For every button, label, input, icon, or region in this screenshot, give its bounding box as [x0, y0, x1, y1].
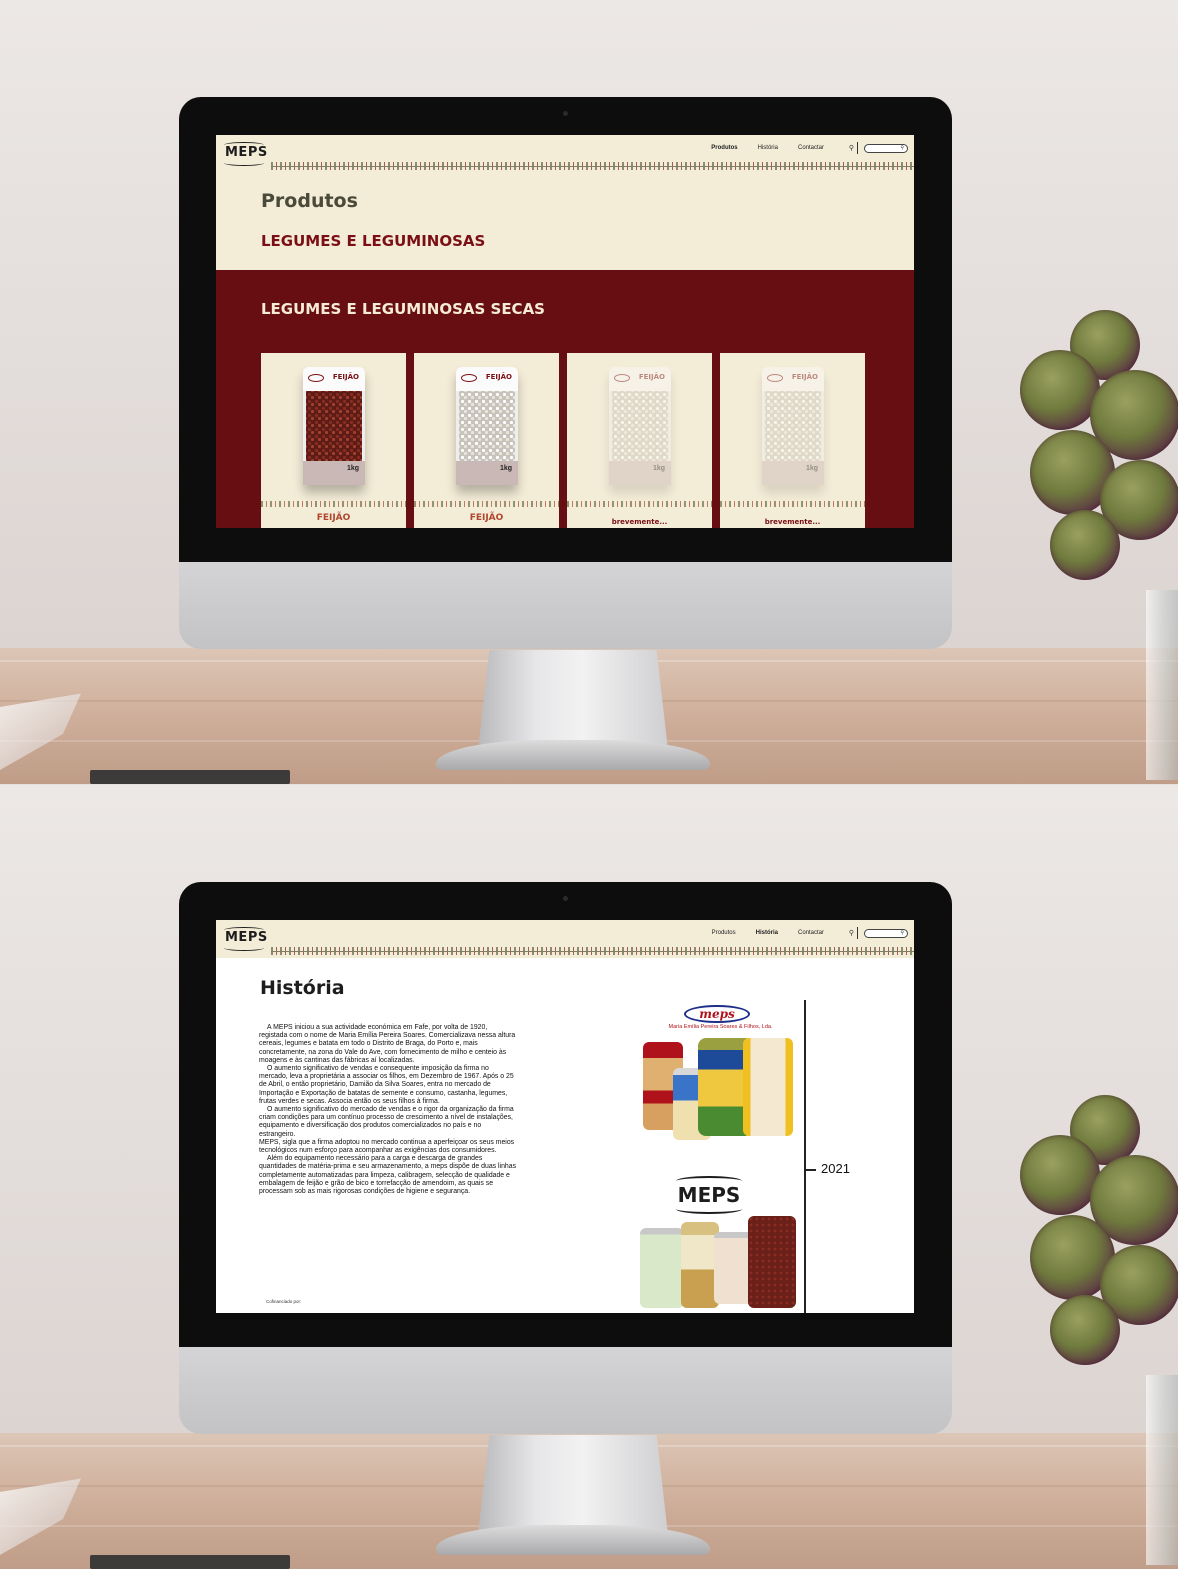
decorative-vine-border [271, 947, 914, 955]
search-icon[interactable]: ⚲ [900, 930, 904, 937]
timeline-marker [804, 1169, 816, 1171]
subcategory-title: LEGUMES E LEGUMINOSAS SECAS [261, 300, 545, 318]
decorative-vine-border [271, 162, 914, 170]
product-card[interactable]: FEIJÃO 1kg FEIJÃO [261, 353, 406, 528]
main-nav: Produtos História Contactar [711, 145, 824, 151]
history-paragraph: O aumento significativo de vendas e cons… [259, 1065, 514, 1105]
monitor-foot [436, 740, 710, 770]
search-icon[interactable]: ⚲ [849, 144, 854, 152]
history-paragraph: Além do equipamento necessário para a ca… [259, 1155, 517, 1196]
history-paragraph: MEPS, sigla que a firma adoptou no merca… [259, 1138, 515, 1155]
search-input[interactable]: ⚲ [864, 929, 908, 938]
nav-link-produtos[interactable]: Produtos [711, 145, 737, 151]
monitor-foot [436, 1525, 710, 1555]
page-title: Produtos [261, 190, 358, 212]
cofinanced-label: Cofinanciado por: [266, 1299, 302, 1304]
imac-monitor: MEPS Produtos História Contactar ⚲ ⚲ His… [179, 882, 952, 1434]
camera-icon [563, 111, 568, 116]
decorative-vine-border [567, 501, 712, 507]
camera-icon [563, 896, 568, 901]
monitor-chin [179, 1347, 952, 1434]
product-name[interactable]: FEIJÃO [261, 513, 406, 523]
site-logo[interactable]: MEPS [225, 930, 268, 945]
category-title: LEGUMES E LEGUMINOSAS [261, 232, 486, 250]
product-card[interactable]: FEIJÃO 1kg FEIJÃO [414, 353, 559, 528]
product-image: FEIJÃO 1kg [762, 367, 824, 485]
mockup-scene-historia: MEPS Produtos História Contactar ⚲ ⚲ His… [0, 785, 1178, 1569]
product-image: FEIJÃO 1kg [456, 367, 518, 485]
nav-link-historia[interactable]: História [758, 145, 778, 151]
page-title: História [260, 977, 345, 999]
main-nav: Produtos História Contactar [712, 930, 824, 936]
nav-divider [857, 142, 858, 154]
imac-monitor: MEPS Produtos História Contactar ⚲ ⚲ Pro… [179, 97, 952, 649]
site-header: MEPS Produtos História Contactar ⚲ ⚲ [216, 920, 914, 958]
search-icon[interactable]: ⚲ [900, 145, 904, 152]
monitor-chin [179, 562, 952, 649]
product-name[interactable]: FEIJÃO [414, 513, 559, 523]
product-name: brevemente... [611, 518, 668, 526]
dark-notebook [90, 1555, 290, 1569]
search-icon[interactable]: ⚲ [849, 929, 854, 937]
product-image: FEIJÃO 1kg [609, 367, 671, 485]
old-brand-subtitle: Maria Emília Pereira Soares & Filhos, Ld… [668, 1024, 773, 1030]
decorative-vine-border [720, 501, 865, 507]
site-logo[interactable]: MEPS [225, 145, 268, 160]
dark-notebook [90, 770, 290, 784]
product-image: FEIJÃO 1kg [303, 367, 365, 485]
decorative-vine-border [261, 501, 406, 507]
nav-divider [857, 927, 858, 939]
product-card: FEIJÃO 1kg brevemente... [567, 353, 712, 528]
old-brand-logo: meps [684, 1005, 750, 1023]
mockup-scene-produtos: MEPS Produtos História Contactar ⚲ ⚲ Pro… [0, 0, 1178, 784]
hydrangea-plant [1010, 1095, 1178, 1385]
history-paragraph: A MEPS iniciou a sua actividade económic… [259, 1024, 516, 1064]
new-products-image [636, 1216, 798, 1311]
decorative-vine-border [414, 501, 559, 507]
product-name: brevemente... [764, 518, 821, 526]
screen-historia-page: MEPS Produtos História Contactar ⚲ ⚲ His… [216, 920, 914, 1313]
glass-vase [1146, 590, 1178, 780]
old-products-image [643, 1038, 795, 1143]
search-input[interactable]: ⚲ [864, 144, 908, 153]
history-paragraph: O aumento significativo do mercado de ve… [259, 1106, 514, 1138]
nav-link-contactar[interactable]: Contactar [798, 930, 824, 936]
monitor-stand [478, 1435, 668, 1535]
history-text: A MEPS iniciou a sua actividade económic… [259, 1024, 517, 1196]
hydrangea-plant [1010, 310, 1178, 600]
nav-link-produtos[interactable]: Produtos [712, 930, 736, 936]
nav-link-historia[interactable]: História [756, 930, 778, 936]
nav-link-contactar[interactable]: Contactar [798, 145, 824, 151]
monitor-stand [478, 650, 668, 750]
products-section: LEGUMES E LEGUMINOSAS SECAS FEIJÃO 1kg F… [216, 270, 914, 528]
product-card: FEIJÃO 1kg brevemente... [720, 353, 865, 528]
timeline-year: 2021 [821, 1161, 850, 1176]
screen-produtos-page: MEPS Produtos História Contactar ⚲ ⚲ Pro… [216, 135, 914, 528]
glass-vase [1146, 1375, 1178, 1565]
timeline-line [804, 1000, 806, 1313]
site-header: MEPS Produtos História Contactar ⚲ ⚲ [216, 135, 914, 173]
